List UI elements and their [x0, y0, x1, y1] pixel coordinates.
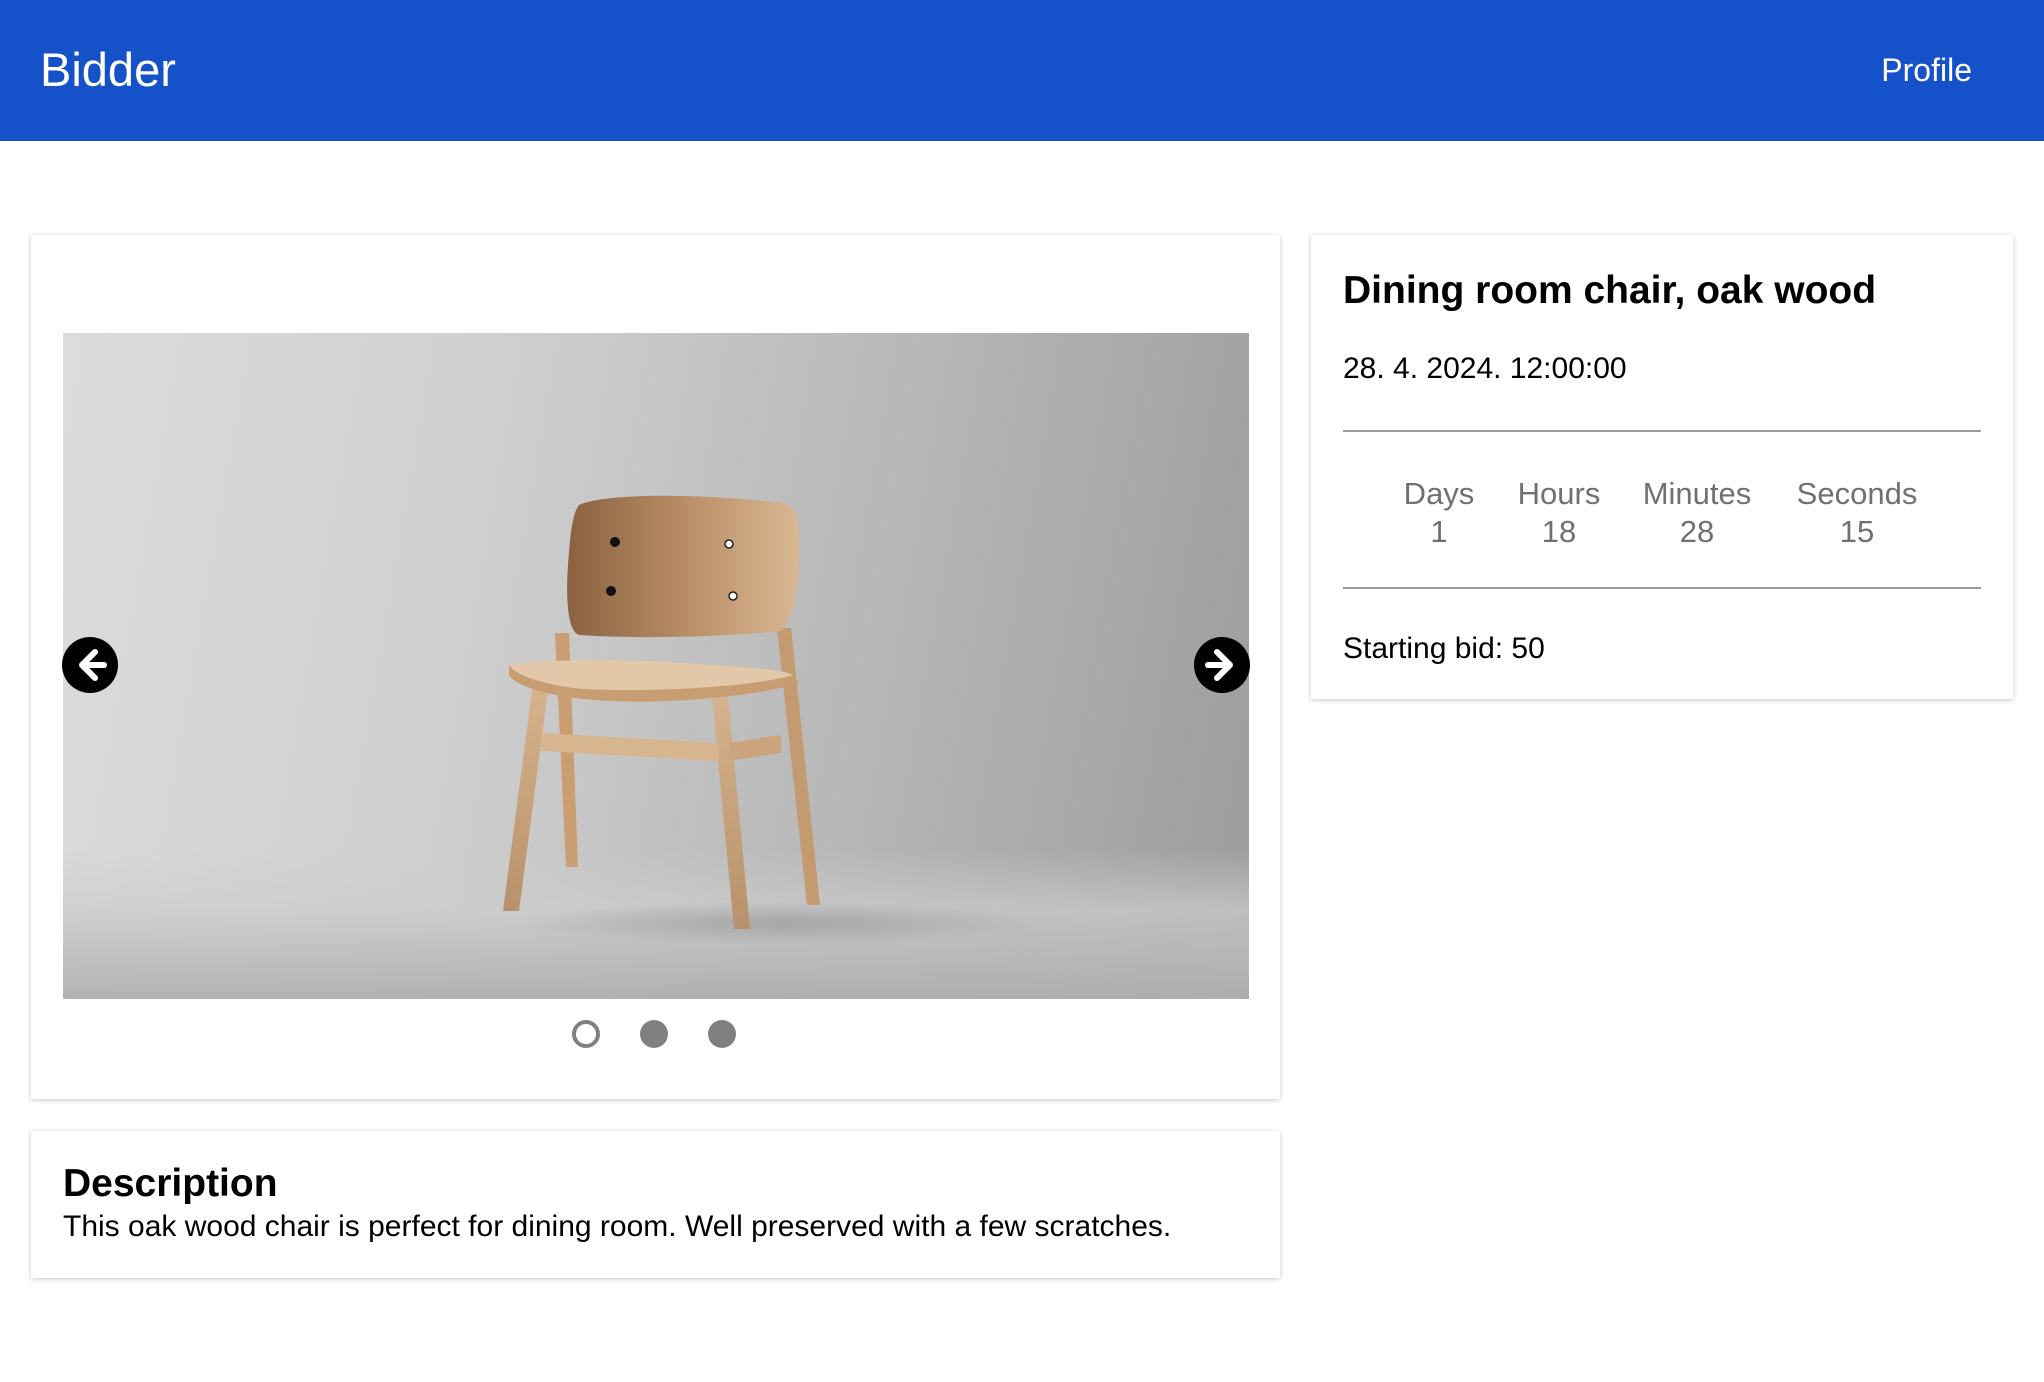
item-title: Dining room chair, oak wood: [1343, 269, 1877, 312]
slide-indicator-1[interactable]: [572, 1020, 600, 1048]
countdown-seconds: Seconds 15: [1797, 475, 1918, 551]
navbar: Bidder Profile: [0, 0, 2044, 141]
item-image: [63, 333, 1249, 999]
image-gallery-card: [31, 235, 1280, 1099]
slide-indicator-3[interactable]: [708, 1020, 736, 1048]
countdown-days: Days 1: [1404, 475, 1475, 551]
slide-indicators: [31, 1020, 1280, 1050]
countdown-minutes: Minutes 28: [1643, 475, 1752, 551]
description-card: Description This oak wood chair is perfe…: [31, 1131, 1280, 1278]
arrow-left-circle-icon: [79, 649, 107, 681]
previous-image-button[interactable]: [62, 637, 118, 693]
countdown-seconds-value: 15: [1839, 514, 1875, 549]
description-text: This oak wood chair is perfect for dinin…: [63, 1210, 1172, 1243]
divider: [1343, 587, 1981, 589]
starting-bid: Starting bid: 50: [1343, 632, 1545, 665]
divider: [1343, 430, 1981, 432]
arrow-right-circle-icon: [1205, 649, 1233, 681]
countdown-hours-label: Hours: [1517, 476, 1601, 511]
countdown-seconds-label: Seconds: [1796, 476, 1918, 511]
item-info-card: Dining room chair, oak wood 28. 4. 2024.…: [1311, 235, 2013, 699]
chair-illustration: [503, 495, 1043, 945]
countdown-hours: Hours 18: [1518, 475, 1601, 551]
countdown-minutes-value: 28: [1679, 514, 1715, 549]
countdown-minutes-label: Minutes: [1642, 476, 1752, 511]
description-title: Description: [63, 1162, 278, 1205]
profile-link[interactable]: Profile: [1881, 50, 1972, 90]
countdown-days-label: Days: [1403, 476, 1475, 511]
countdown-days-value: 1: [1430, 514, 1448, 549]
slide-indicator-2[interactable]: [640, 1020, 668, 1048]
next-image-button[interactable]: [1194, 637, 1250, 693]
countdown-hours-value: 18: [1541, 514, 1577, 549]
brand-link[interactable]: Bidder: [40, 42, 176, 98]
auction-end-date: 28. 4. 2024. 12:00:00: [1343, 352, 1627, 385]
